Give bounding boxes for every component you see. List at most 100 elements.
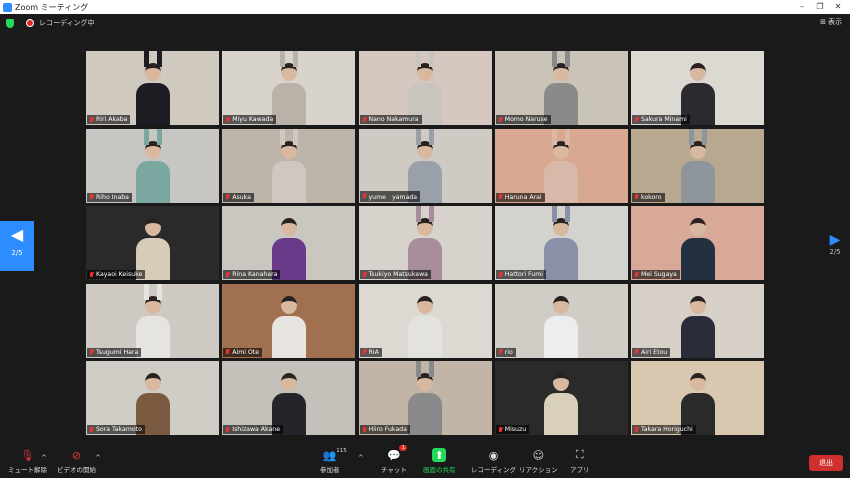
participant-video (544, 295, 579, 358)
participant-name: Takara Horiguchi (641, 426, 693, 433)
participant-name: Riho Inaba (96, 193, 129, 201)
recording-status: レコーディング中 (39, 19, 95, 27)
participant-video (544, 206, 579, 280)
participant-name-tag: Kayaoi Keisuke (87, 270, 146, 279)
apps-label: アプリ (570, 466, 590, 474)
muted-mic-icon (498, 271, 503, 278)
apps-button[interactable]: ⛶ アプリ (570, 448, 590, 474)
participant-tile[interactable]: Aimi Ote (222, 283, 356, 358)
participant-tile[interactable]: Sora Takamoto (86, 361, 219, 435)
participant-tile[interactable]: Asuka (222, 128, 356, 203)
apps-icon: ⛶ (575, 448, 584, 461)
participant-video (544, 128, 579, 203)
reactions-button[interactable]: ☺ リアクション (519, 448, 558, 475)
participant-name: Nano Nakamura (368, 116, 419, 123)
next-page-button[interactable]: ▶ 2/5 (820, 232, 850, 256)
participant-name-tag: Momo Naruse (495, 115, 551, 124)
participant-tile[interactable]: kokoro (631, 128, 764, 203)
muted-mic-icon (362, 349, 367, 355)
participant-name-tag: Riho Inaba (87, 192, 132, 202)
view-button[interactable]: ⊞ 表示 (820, 17, 842, 27)
muted-mic-icon (634, 194, 639, 200)
security-shield-icon[interactable] (6, 18, 14, 28)
share-screen-icon: ⬆ (432, 448, 447, 462)
participant-name-tag: Riri Akaba (87, 115, 131, 124)
participants-label: 参加者 (320, 466, 340, 474)
record-button[interactable]: ◉ レコーディング (471, 448, 516, 475)
participant-tile[interactable]: Misuzu (494, 361, 628, 435)
chat-button[interactable]: 💬 1 チャット (381, 445, 407, 474)
muted-mic-icon (89, 194, 94, 200)
participant-video (408, 295, 442, 358)
previous-page-button[interactable]: ◀ 2/5 (0, 221, 34, 271)
participant-tile[interactable]: Haruna Arai (494, 128, 628, 203)
participant-tile[interactable]: Sakura Minami (631, 51, 764, 125)
participant-tile[interactable]: Kayaoi Keisuke (86, 206, 219, 280)
reactions-label: リアクション (519, 466, 558, 474)
participant-name-tag: Misuzu (495, 425, 530, 434)
participant-video (544, 373, 579, 435)
participant-tile[interactable]: Riri Akaba (86, 51, 219, 125)
muted-mic-icon (225, 194, 230, 200)
participant-name-tag: Hiiro Fukada (359, 425, 410, 434)
video-off-icon: ⊘ (71, 448, 82, 462)
participant-name-tag: Nano Nakamura (359, 115, 422, 124)
participant-tile[interactable]: Riho Inaba (86, 128, 219, 203)
participant-name-tag: Sakura Minami (632, 115, 690, 124)
leave-button[interactable]: 退出 (809, 455, 843, 471)
chat-label: チャット (381, 466, 407, 474)
participant-video (271, 295, 306, 358)
participant-name-tag: Sora Takamoto (87, 425, 145, 434)
participant-tile[interactable]: Miyu Kawada (222, 51, 356, 125)
participant-name-tag: Ishizawa Akane (223, 425, 284, 434)
close-icon[interactable]: ✕ (830, 0, 846, 14)
share-screen-button[interactable]: ⬆ 画面の共有 (423, 448, 456, 474)
participant-tile[interactable]: Hattori Fumi (494, 206, 628, 280)
participant-name: Momo Naruse (504, 116, 548, 123)
participants-button[interactable]: 👥 115 参加者 (320, 448, 347, 474)
meeting-topbar: レコーディング中 ⊞ 表示 (0, 14, 850, 32)
participant-tile[interactable]: Hiiro Fukada (358, 361, 492, 435)
start-video-label: ビデオの開始 (57, 466, 96, 474)
participant-tile[interactable]: Mei Sugaya (631, 206, 764, 280)
chat-icon: 💬 1 (387, 445, 407, 462)
participant-tile[interactable]: Tsugumi Hara (86, 283, 219, 358)
participant-tile[interactable]: Ishizawa Akane (222, 361, 356, 435)
muted-mic-icon (225, 116, 230, 123)
chevron-right-icon: ▶ (829, 232, 841, 248)
participant-name: Aimi Ote (232, 348, 260, 356)
participant-video (135, 128, 170, 203)
participant-name: kokoro (641, 193, 662, 201)
participants-options-caret-icon[interactable]: ^ (358, 454, 364, 462)
participants-icon: 👥 115 (322, 448, 347, 462)
participant-name: Haruna Arai (504, 193, 542, 201)
participant-name-tag: kokoro (632, 192, 665, 202)
participant-tile[interactable]: Tsukiyo Matsukawa (358, 206, 492, 280)
muted-mic-icon (225, 349, 230, 355)
microphone-muted-icon: 🎙 (20, 448, 35, 462)
muted-mic-icon (362, 116, 367, 123)
minimize-icon[interactable]: – (794, 0, 810, 14)
participant-tile[interactable]: RIA (358, 283, 492, 358)
maximize-icon[interactable]: ❐ (812, 0, 828, 14)
meeting-toolbar: 🎙 ミュート解除 ^ ⊘ ビデオの開始 ^ 👥 115 参加者 ^ 💬 1 チャット… (0, 445, 850, 478)
participant-tile[interactable]: Airi Etou (631, 283, 764, 358)
participant-tile[interactable]: Momo Naruse (494, 51, 628, 125)
start-video-button[interactable]: ⊘ ビデオの開始 (57, 448, 96, 475)
chevron-left-icon: ◀ (10, 225, 24, 244)
muted-mic-icon (89, 271, 94, 278)
participant-tile[interactable]: Rina Kanahara (222, 206, 356, 280)
video-options-caret-icon[interactable]: ^ (95, 454, 101, 462)
participant-tile[interactable]: Takara Horiguchi (631, 361, 764, 435)
audio-options-caret-icon[interactable]: ^ (41, 454, 47, 462)
participant-tile[interactable]: Nano Nakamura (358, 51, 492, 125)
participant-name-tag: Miyu Kawada (223, 115, 277, 124)
muted-mic-icon (225, 426, 230, 433)
participant-tile[interactable]: rio (494, 283, 628, 358)
participant-video (135, 51, 170, 125)
participant-name: Riri Akaba (96, 116, 128, 123)
grid-view-icon: ⊞ (820, 18, 826, 26)
participant-tile[interactable]: yume yamada (358, 128, 492, 203)
muted-mic-icon (498, 426, 503, 433)
muted-mic-icon (498, 116, 503, 123)
